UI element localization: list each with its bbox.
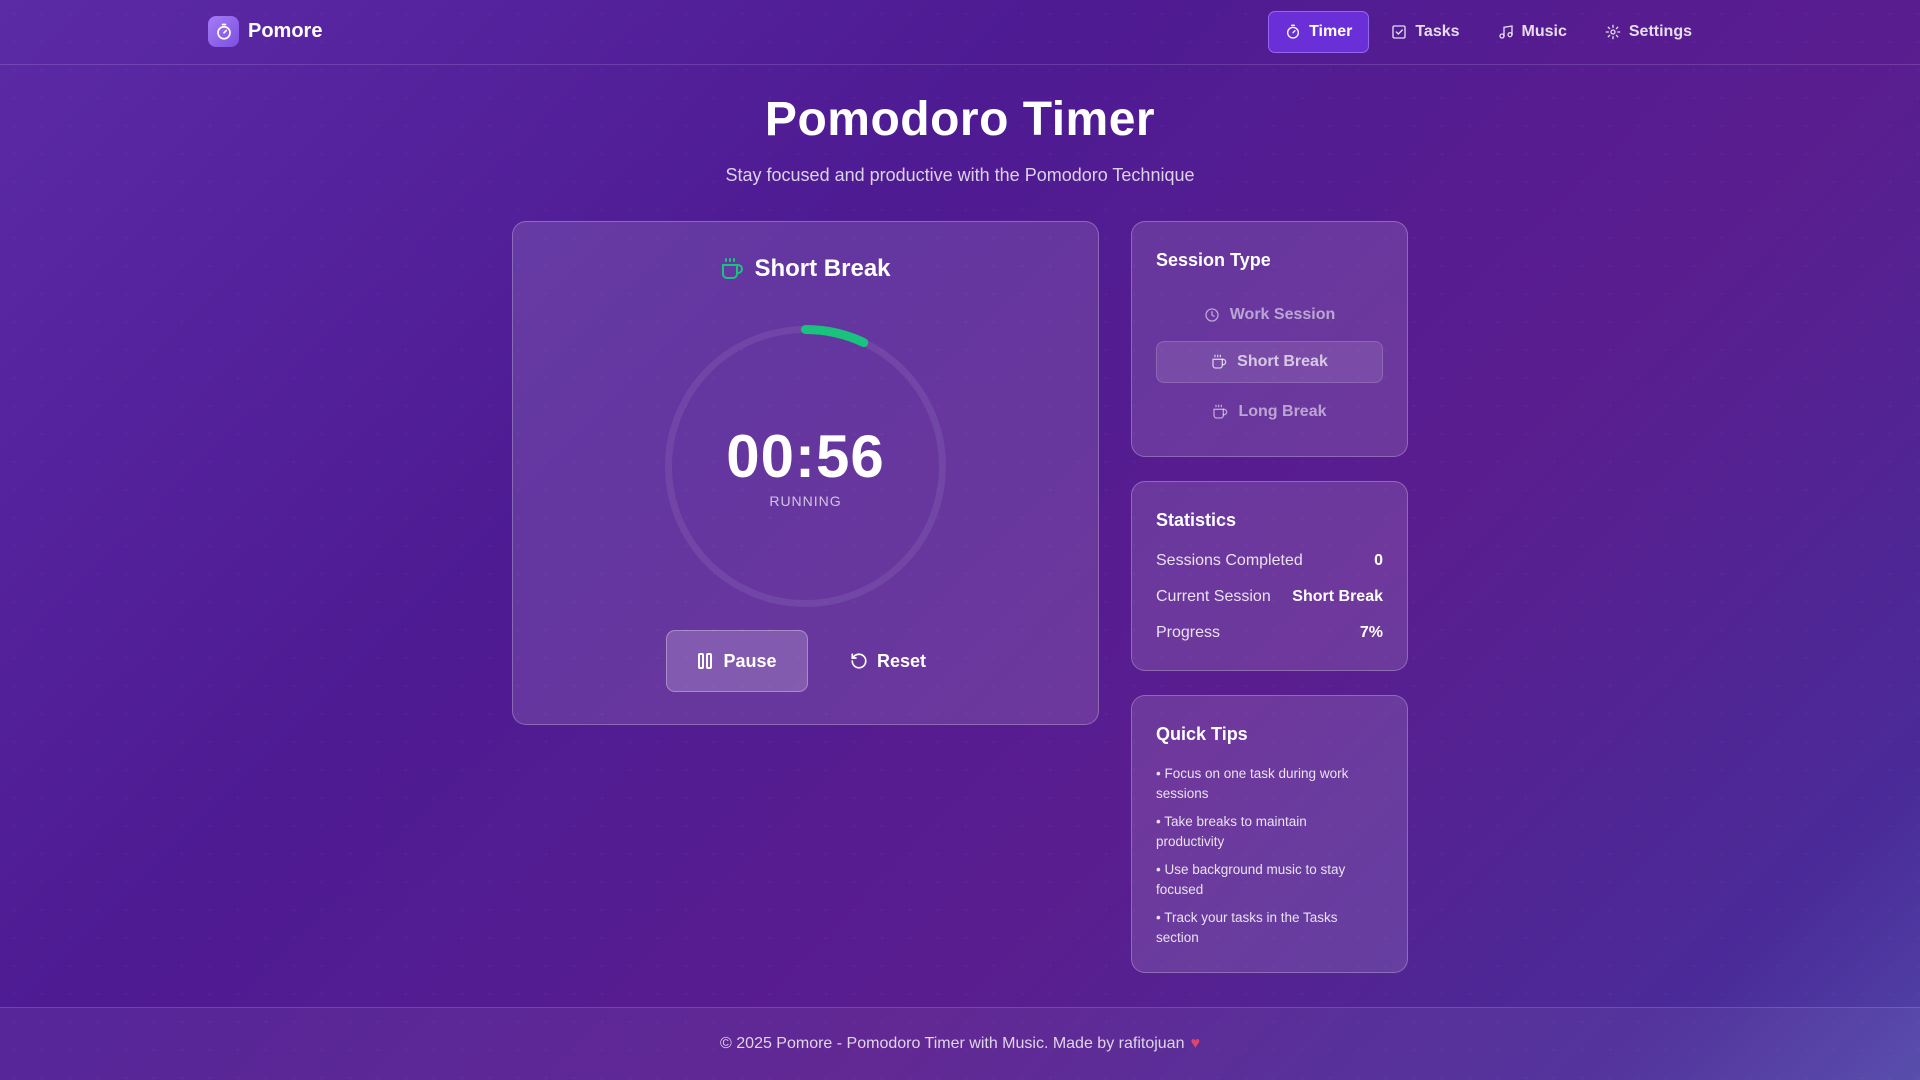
nav-music-label: Music (1521, 23, 1567, 40)
brand-name: Pomore (248, 20, 323, 42)
page-title: Pomodoro Timer (764, 93, 1156, 146)
nav-timer-label: Timer (1309, 23, 1353, 40)
nav-timer[interactable]: Timer (1268, 11, 1370, 53)
brand[interactable]: Pomore (208, 16, 322, 47)
stat-row-progress: Progress 7% (1156, 624, 1383, 642)
footer: © 2025 Pomore - Pomodoro Timer with Musi… (0, 1007, 1920, 1080)
stat-value: 7% (1359, 624, 1383, 641)
clock-icon (1204, 307, 1220, 323)
heart-icon: ♥ (1190, 1035, 1200, 1052)
timer-icon (1285, 24, 1301, 40)
time-display: 00:56 (726, 423, 885, 490)
reset-button-label: Reset (876, 650, 927, 671)
coffee-icon (720, 257, 744, 281)
pause-icon (697, 652, 713, 670)
session-option-long-break[interactable]: Long Break (1156, 391, 1383, 433)
gear-icon (1605, 24, 1621, 40)
session-option-short-break[interactable]: Short Break (1156, 341, 1383, 383)
stat-label: Sessions Completed (1156, 552, 1303, 569)
tip-item: • Use background music to stay focused (1156, 862, 1346, 897)
timer-card: Short Break 00:56 RUNNING Pause Reset (512, 221, 1099, 725)
stat-row-current-session: Current Session Short Break (1156, 588, 1383, 606)
music-icon (1498, 24, 1514, 40)
nav-tasks-label: Tasks (1415, 23, 1460, 40)
session-option-label: Long Break (1238, 403, 1327, 420)
nav-music[interactable]: Music (1482, 11, 1583, 53)
coffee-icon (1212, 404, 1228, 420)
session-option-work[interactable]: Work Session (1156, 294, 1383, 336)
stat-label: Current Session (1156, 588, 1271, 605)
session-type-card: Session Type Work Session Short Break Lo… (1131, 221, 1408, 457)
page-subtitle: Stay focused and productive with the Pom… (725, 165, 1195, 185)
checkbox-icon (1391, 24, 1407, 40)
stat-row-sessions: Sessions Completed 0 (1156, 552, 1383, 570)
coffee-icon (1211, 354, 1227, 370)
nav-settings[interactable]: Settings (1589, 11, 1708, 53)
timer-status: RUNNING (769, 493, 842, 509)
statistics-title: Statistics (1156, 510, 1237, 530)
session-option-label: Short Break (1237, 353, 1328, 370)
timer-session-header: Short Break (513, 255, 1098, 283)
footer-text: © 2025 Pomore - Pomodoro Timer with Musi… (720, 1035, 1185, 1052)
statistics-card: Statistics Sessions Completed 0 Current … (1131, 481, 1408, 671)
nav-settings-label: Settings (1628, 23, 1692, 40)
stat-value: Short Break (1292, 588, 1383, 605)
pause-button[interactable]: Pause (666, 630, 808, 692)
session-option-label: Work Session (1229, 306, 1336, 323)
reset-icon (850, 652, 868, 670)
quick-tips-card: Quick Tips • Focus on one task during wo… (1131, 695, 1408, 973)
pause-button-label: Pause (723, 650, 777, 671)
reset-button[interactable]: Reset (838, 630, 938, 692)
tip-item: • Track your tasks in the Tasks section (1156, 910, 1338, 945)
top-navigation: Pomore Timer Tasks Music Settings (0, 0, 1920, 65)
quick-tips-title: Quick Tips (1156, 724, 1248, 744)
session-type-title: Session Type (1156, 250, 1271, 270)
tip-item: • Take breaks to maintain productivity (1156, 814, 1307, 849)
timer-logo-icon (208, 16, 239, 47)
stat-value: 0 (1374, 552, 1383, 569)
timer-session-label: Short Break (754, 255, 891, 282)
nav-tasks[interactable]: Tasks (1375, 11, 1475, 53)
tip-item: • Focus on one task during work sessions (1156, 766, 1349, 801)
stat-label: Progress (1156, 624, 1221, 641)
